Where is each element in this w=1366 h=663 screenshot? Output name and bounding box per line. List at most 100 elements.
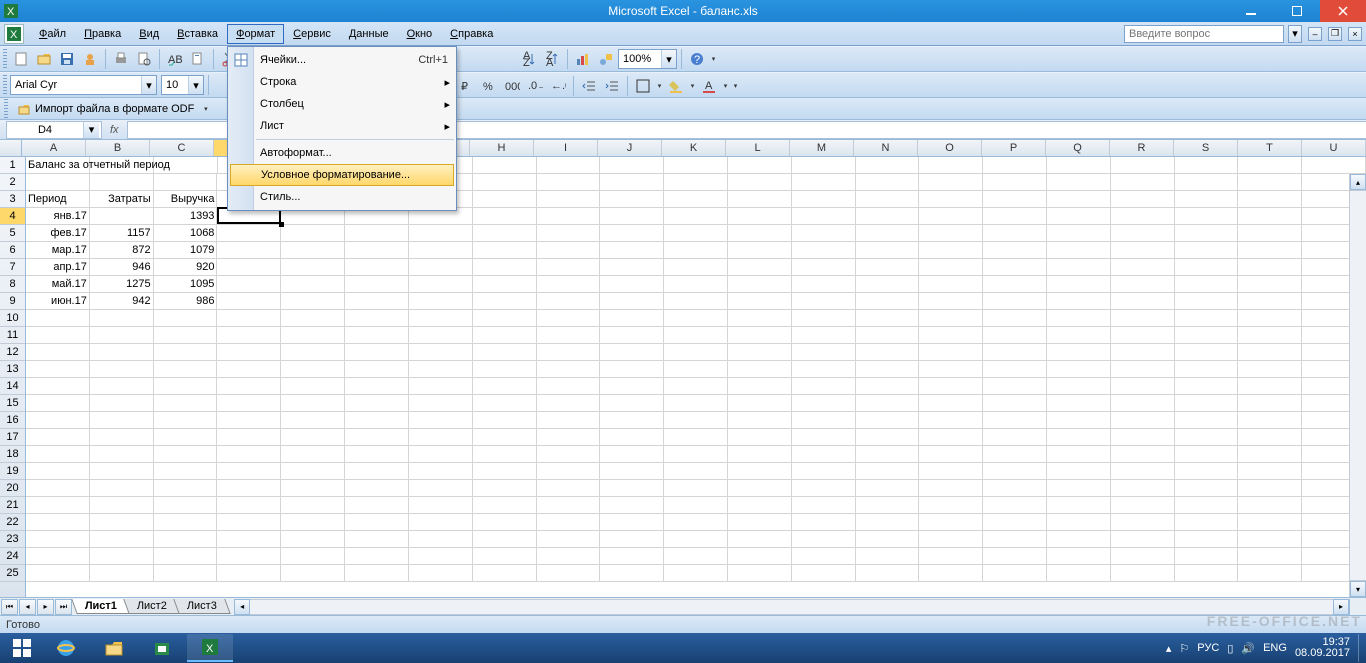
cell[interactable] [409,259,473,276]
cell[interactable] [1111,310,1175,327]
cell[interactable] [537,293,601,310]
cell[interactable] [792,276,856,293]
cell[interactable] [473,497,537,514]
cell[interactable] [856,446,920,463]
cell[interactable] [1111,327,1175,344]
cell[interactable] [792,259,856,276]
cell[interactable] [1047,310,1111,327]
spelling-button[interactable]: ABC [164,48,186,70]
cell[interactable] [281,378,345,395]
cell[interactable] [983,276,1047,293]
cell[interactable] [919,446,983,463]
cell[interactable] [537,412,601,429]
font-name-input[interactable] [11,76,141,94]
menu-формат[interactable]: Формат [227,24,284,44]
cell[interactable] [856,429,920,446]
font-color-button[interactable]: A [698,75,720,97]
cell[interactable] [537,531,601,548]
row-header[interactable]: 24 [0,548,25,565]
cell[interactable] [1175,259,1239,276]
cell[interactable] [1175,327,1239,344]
cell[interactable] [856,310,920,327]
menu-item-sheet[interactable]: Лист ▸ [228,115,456,137]
cell[interactable] [1111,395,1175,412]
cell[interactable] [1047,157,1111,174]
cell[interactable] [26,361,90,378]
cell[interactable] [473,378,537,395]
cell[interactable] [600,497,664,514]
cell[interactable] [856,361,920,378]
cell[interactable] [728,259,792,276]
cell[interactable] [1047,276,1111,293]
cell[interactable] [154,497,218,514]
cell[interactable] [473,395,537,412]
cell[interactable] [154,429,218,446]
cell[interactable] [345,531,409,548]
cell[interactable] [1302,157,1366,174]
cell[interactable] [409,463,473,480]
cell[interactable] [537,429,601,446]
cell[interactable] [1175,174,1239,191]
row-header[interactable]: 7 [0,259,25,276]
cell[interactable] [90,514,154,531]
cell[interactable] [90,412,154,429]
cell[interactable] [983,429,1047,446]
cell[interactable] [792,565,856,582]
cell[interactable] [856,531,920,548]
borders-dropdown[interactable]: ▾ [655,82,664,90]
cell[interactable] [154,412,218,429]
cell[interactable] [1111,565,1175,582]
minimize-button[interactable] [1228,0,1274,22]
cell[interactable] [792,497,856,514]
cell[interactable] [90,208,154,225]
cell[interactable] [1175,191,1239,208]
cell[interactable] [664,480,728,497]
cell[interactable] [90,378,154,395]
cell[interactable] [90,310,154,327]
cell[interactable] [345,565,409,582]
cell[interactable] [1111,157,1175,174]
tray-up-icon[interactable]: ▴ [1166,642,1172,655]
cell[interactable] [728,276,792,293]
col-header[interactable]: J [598,140,662,156]
cell[interactable] [154,565,218,582]
cell[interactable] [537,514,601,531]
open-button[interactable] [33,48,55,70]
cell[interactable] [664,412,728,429]
cell[interactable] [473,344,537,361]
cell[interactable] [281,497,345,514]
cell[interactable] [792,395,856,412]
font-size-input[interactable] [162,76,188,94]
cell[interactable] [26,514,90,531]
cell[interactable] [600,276,664,293]
row-header[interactable]: 19 [0,463,25,480]
cell[interactable] [473,242,537,259]
cell[interactable] [600,259,664,276]
cell[interactable] [281,480,345,497]
col-header[interactable]: I [534,140,598,156]
cell[interactable] [1238,276,1302,293]
cell[interactable] [537,497,601,514]
cell[interactable] [728,327,792,344]
cell[interactable] [919,548,983,565]
cell[interactable] [409,293,473,310]
cell[interactable]: фев.17 [26,225,90,242]
cell[interactable] [1175,208,1239,225]
cell[interactable] [919,327,983,344]
cell[interactable] [217,310,281,327]
cell[interactable] [792,242,856,259]
zoom-dropdown[interactable]: ▾ [661,50,676,68]
cell[interactable] [473,548,537,565]
cell[interactable] [983,310,1047,327]
cell[interactable] [537,310,601,327]
cell[interactable] [537,327,601,344]
name-box[interactable]: ▾ [6,121,102,139]
cell[interactable] [473,480,537,497]
cell[interactable] [281,259,345,276]
toolbar-options-button[interactable]: ▾ [709,55,718,63]
cell[interactable] [217,276,281,293]
row-header[interactable]: 20 [0,480,25,497]
menu-item-style[interactable]: Стиль... [228,186,456,208]
mdi-restore-button[interactable]: ❐ [1328,27,1342,41]
cell[interactable] [26,446,90,463]
